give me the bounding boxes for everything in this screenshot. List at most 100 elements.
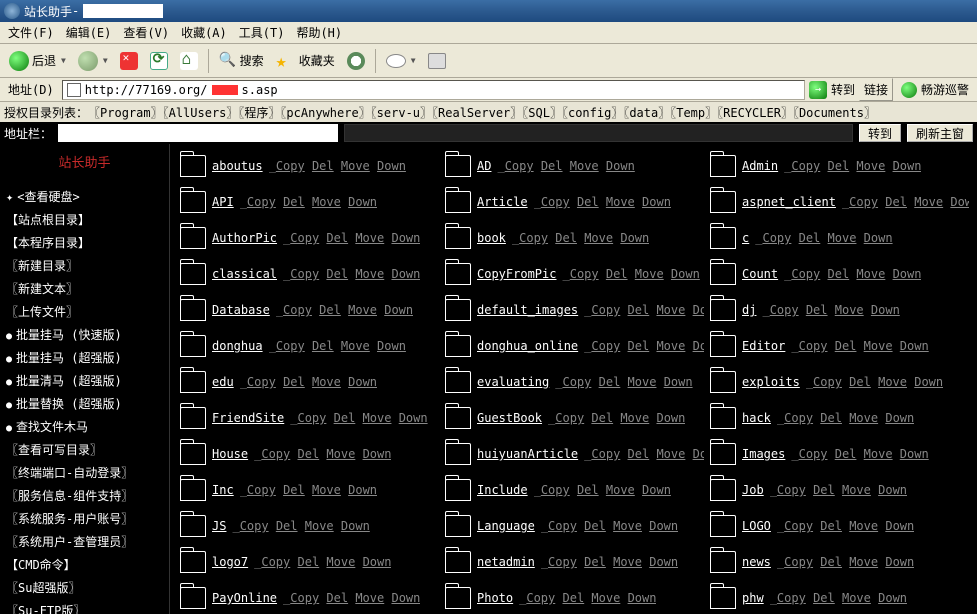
folder-link[interactable]: aspnet_client [742,195,836,209]
sidebar-item[interactable]: 批量挂马 (超强版) [0,346,169,369]
menu-edit[interactable]: 编辑(E) [60,22,118,43]
folder-actions[interactable]: _Copy Del Move Down [269,339,406,353]
folder-actions[interactable]: _Copy Del Move Down [584,303,704,317]
home-button[interactable] [175,49,203,73]
sidebar-item[interactable]: 〖新建目录〗 [0,254,169,277]
folder-link[interactable]: Photo [477,591,513,605]
folder-actions[interactable]: _Copy Del Move Down [240,483,377,497]
folder-link[interactable]: classical [212,267,277,281]
folder-actions[interactable]: _Copy Del Move Down [755,231,892,245]
folder-actions[interactable]: _Copy Del Move Down [777,519,914,533]
go-button[interactable]: → [809,81,827,99]
refresh-main-button[interactable]: 刷新主窗 [907,124,973,142]
folder-actions[interactable]: _Copy Del Move Down [497,159,634,173]
sidebar-item[interactable]: 〖终端端口-自动登录〗 [0,461,169,484]
authorized-dir-link[interactable]: 〖Documents〗 [793,106,876,120]
folder-link[interactable]: AuthorPic [212,231,277,245]
folder-link[interactable]: edu [212,375,234,389]
folder-link[interactable]: Count [742,267,778,281]
folder-link[interactable]: donghua_online [477,339,578,353]
folder-link[interactable]: hack [742,411,771,425]
authorized-dir-link[interactable]: 〖Program〗 [88,106,163,120]
authorized-dir-link[interactable]: 〖RealServer〗 [432,106,522,120]
back-button[interactable]: 后退 ▼ [4,48,71,74]
sidebar-item[interactable]: 批量挂马 (快速版) [0,323,169,346]
sidebar-item[interactable]: <查看硬盘> [0,185,169,208]
folder-actions[interactable]: _Copy Del Move Down [283,591,420,605]
folder-link[interactable]: Job [742,483,764,497]
folder-link[interactable]: Images [742,447,785,461]
folder-link[interactable]: Language [477,519,535,533]
folder-actions[interactable]: _Copy Del Move Down [534,483,671,497]
folder-actions[interactable]: _Copy Del Move Down [232,519,369,533]
folder-actions[interactable]: _Copy Del Move Down [512,231,649,245]
folder-link[interactable]: GuestBook [477,411,542,425]
sidebar-item[interactable]: 〖查看可写目录〗 [0,438,169,461]
folder-actions[interactable]: _Copy Del Move Down [254,447,391,461]
authorized-dir-link[interactable]: 〖RECYCLER〗 [717,106,793,120]
sidebar-item[interactable]: 【本程序目录】 [0,231,169,254]
sidebar-item[interactable]: 〖服务信息-组件支持〗 [0,484,169,507]
folder-actions[interactable]: _Copy Del Move Down [770,483,907,497]
folder-actions[interactable]: _Copy Del Move Down [240,195,377,209]
folder-actions[interactable]: _Copy Del Move Down [784,267,921,281]
path-input[interactable] [58,124,338,142]
authorized-dir-link[interactable]: 〖程序〗 [238,106,280,120]
folder-link[interactable]: Include [477,483,528,497]
folder-actions[interactable]: _Copy Del Move Down [770,591,907,605]
folder-link[interactable]: huiyuanArticle [477,447,578,461]
folder-link[interactable]: CopyFromPic [477,267,556,281]
folder-link[interactable]: aboutus [212,159,263,173]
print-button[interactable] [423,50,451,72]
folder-actions[interactable]: _Copy Del Move Down [562,267,699,281]
sidebar-item[interactable]: 〖Su-FTP版〗 [0,599,169,614]
folder-link[interactable]: Inc [212,483,234,497]
folder-link[interactable]: book [477,231,506,245]
authorized-dir-link[interactable]: 〖data〗 [623,106,670,120]
menu-file[interactable]: 文件(F) [2,22,60,43]
brand-area[interactable]: 畅游巡警 [897,81,973,98]
folder-actions[interactable]: _Copy Del Move Down [541,555,678,569]
folder-actions[interactable]: _Copy Del Move Down [777,555,914,569]
goto-button[interactable]: 转到 [859,124,901,142]
sidebar-item[interactable]: 批量清马 (超强版) [0,369,169,392]
folder-actions[interactable]: _Copy Del Move Down [283,231,420,245]
chevron-down-icon[interactable]: ▼ [103,56,108,65]
stop-button[interactable] [115,49,143,73]
chevron-down-icon[interactable]: ▼ [61,56,66,65]
folder-actions[interactable]: _Copy Del Move Down [548,411,685,425]
folder-link[interactable]: FriendSite [212,411,284,425]
sidebar-item[interactable]: 〖系统服务-用户账号〗 [0,507,169,530]
folder-link[interactable]: exploits [742,375,800,389]
authorized-dir-link[interactable]: 〖serv-u〗 [371,106,432,120]
folder-actions[interactable]: _Copy Del Move Down [534,195,671,209]
sidebar-item[interactable]: 批量替换 (超强版) [0,392,169,415]
go-label[interactable]: 转到 [831,81,855,98]
menu-view[interactable]: 查看(V) [117,22,175,43]
refresh-button[interactable] [145,49,173,73]
authorized-dir-link[interactable]: 〖config〗 [562,106,623,120]
folder-link[interactable]: dj [742,303,756,317]
authorized-dir-link[interactable]: 〖Temp〗 [670,106,717,120]
folder-actions[interactable]: _Copy Del Move Down [541,519,678,533]
sidebar-item[interactable]: 〖新建文本〗 [0,277,169,300]
sidebar-item[interactable]: 〖Su超强版〗 [0,576,169,599]
folder-actions[interactable]: _Copy Del Move Down [584,339,704,353]
menu-help[interactable]: 帮助(H) [290,22,348,43]
folder-link[interactable]: Database [212,303,270,317]
forward-button[interactable]: ▼ [73,48,113,74]
favorites-button[interactable]: ★ 收藏夹 [271,48,340,74]
folder-link[interactable]: AD [477,159,491,173]
path-display[interactable] [344,124,853,142]
history-button[interactable] [342,49,370,73]
sidebar-item[interactable]: 〖上传文件〗 [0,300,169,323]
folder-actions[interactable]: _Copy Del Move Down [791,339,928,353]
folder-actions[interactable]: _Copy Del Move Down [283,267,420,281]
folder-actions[interactable]: _Copy Del Move Down [842,195,969,209]
links-button[interactable]: 链接 [859,78,893,101]
folder-link[interactable]: House [212,447,248,461]
folder-actions[interactable]: _Copy Del Move Down [791,447,928,461]
folder-actions[interactable]: _Copy Del Move Down [276,303,413,317]
sidebar-item[interactable]: 【站点根目录】 [0,208,169,231]
sidebar-item[interactable]: 查找文件木马 [0,415,169,438]
